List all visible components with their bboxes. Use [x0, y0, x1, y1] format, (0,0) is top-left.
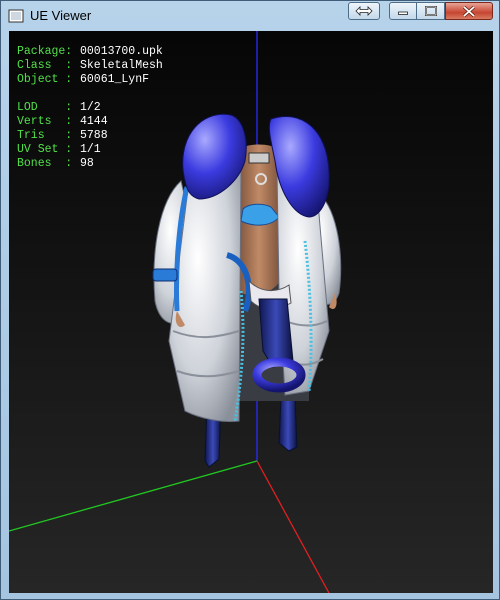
- info-key: Verts :: [17, 115, 73, 128]
- info-value: 60061_LynF: [80, 73, 150, 86]
- minimize-icon: [398, 11, 408, 15]
- info-value: 1/2: [80, 101, 101, 114]
- info-key: Class :: [17, 59, 73, 72]
- mesh-info-overlay: Package: 00013700.upk Class : SkeletalMesh…: [17, 45, 163, 171]
- character-model: [152, 113, 342, 468]
- info-value: 98: [80, 157, 94, 170]
- y-axis: [9, 460, 258, 532]
- app-window: UE Viewer Package: 00013700.upk Class: …: [0, 0, 500, 600]
- info-row-object: Object : 60061_LynF: [17, 73, 163, 87]
- window-title: UE Viewer: [30, 8, 92, 23]
- swap-arrows-icon: [355, 6, 373, 16]
- info-row-package: Package: 00013700.upk: [17, 45, 163, 59]
- info-key: UV Set :: [17, 143, 73, 156]
- maximize-icon: [424, 6, 437, 16]
- info-value: 4144: [80, 115, 108, 128]
- info-row-bones: Bones : 98: [17, 157, 163, 171]
- info-key: Bones :: [17, 157, 73, 170]
- info-value: 00013700.upk: [80, 45, 163, 58]
- info-value: 1/1: [80, 143, 101, 156]
- ue-viewer-icon: [8, 9, 24, 23]
- info-key: Package:: [17, 45, 73, 58]
- maximize-button[interactable]: [417, 2, 445, 20]
- info-row-verts: Verts : 4144: [17, 115, 163, 129]
- info-value: SkeletalMesh: [80, 59, 163, 72]
- info-row-tris: Tris : 5788: [17, 129, 163, 143]
- info-value: 5788: [80, 129, 108, 142]
- close-button[interactable]: [445, 2, 493, 20]
- info-row-lod: LOD : 1/2: [17, 101, 163, 115]
- info-key: Tris :: [17, 129, 73, 142]
- swap-button[interactable]: [348, 2, 380, 20]
- 3d-viewport[interactable]: Package: 00013700.upk Class : SkeletalMesh…: [9, 31, 493, 593]
- info-row-uvset: UV Set : 1/1: [17, 143, 163, 157]
- info-key: LOD :: [17, 101, 73, 114]
- info-key: Object :: [17, 73, 73, 86]
- close-icon: [463, 5, 475, 17]
- minimize-button[interactable]: [389, 2, 417, 20]
- info-row-class: Class : SkeletalMesh: [17, 59, 163, 73]
- x-axis: [256, 460, 330, 593]
- title-bar[interactable]: UE Viewer: [1, 1, 499, 30]
